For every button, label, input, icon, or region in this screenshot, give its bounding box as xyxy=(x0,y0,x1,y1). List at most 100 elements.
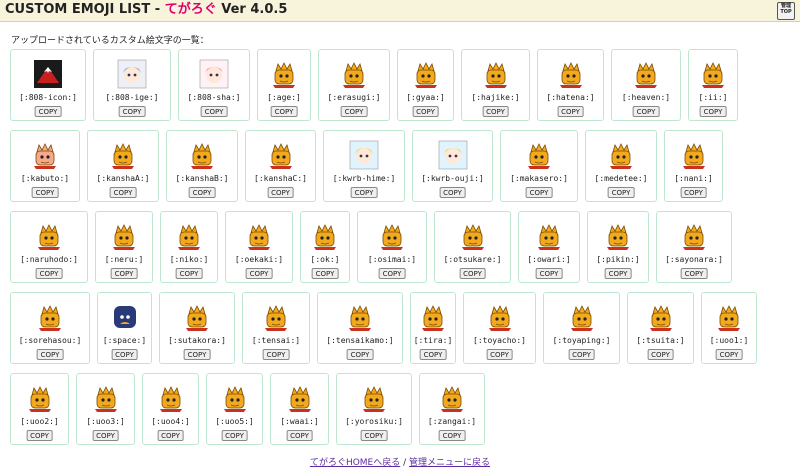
yellow-mascot-icon xyxy=(646,302,676,332)
admin-top-button[interactable]: 管理TOP xyxy=(777,2,795,20)
copy-button[interactable]: COPY xyxy=(486,349,513,360)
emoji-card: [:kwrb-hime:] COPY xyxy=(323,130,405,202)
copy-button[interactable]: COPY xyxy=(286,430,313,441)
emoji-card: [:kanshaC:] COPY xyxy=(245,130,316,202)
emoji-code: [:toyacho:] xyxy=(473,336,526,345)
copy-button[interactable]: COPY xyxy=(568,349,595,360)
copy-button[interactable]: COPY xyxy=(680,268,708,279)
page-title: CUSTOM EMOJI LIST - てがろぐ Ver 4.0.5 xyxy=(5,2,287,18)
emoji-card: [:age:] COPY xyxy=(257,49,311,121)
yellow-mascot-icon xyxy=(679,140,709,170)
copy-button[interactable]: COPY xyxy=(92,430,119,441)
emoji-code: [:waai:] xyxy=(280,417,319,426)
copy-button[interactable]: COPY xyxy=(26,430,53,441)
emoji-code: [:808-ige:] xyxy=(105,93,159,102)
emoji-code: [:naruhodo:] xyxy=(20,255,78,264)
copy-button[interactable]: COPY xyxy=(647,349,674,360)
emoji-code: [:sayonara:] xyxy=(665,255,723,264)
copy-button[interactable]: COPY xyxy=(270,106,298,117)
copy-button[interactable]: COPY xyxy=(360,430,388,441)
copy-button[interactable]: COPY xyxy=(439,187,466,198)
copy-button[interactable]: COPY xyxy=(699,106,727,117)
copy-button[interactable]: COPY xyxy=(604,268,632,279)
copy-button[interactable]: COPY xyxy=(525,187,553,198)
home-link[interactable]: てがろぐHOMEへ戻る xyxy=(310,458,400,468)
version-text: Ver 4.0.5 xyxy=(221,2,288,17)
copy-button[interactable]: COPY xyxy=(311,268,339,279)
copy-button[interactable]: COPY xyxy=(340,106,368,117)
yellow-mascot-icon xyxy=(34,221,64,251)
copy-button[interactable]: COPY xyxy=(110,268,138,279)
copy-button[interactable]: COPY xyxy=(109,187,137,198)
copy-button[interactable]: COPY xyxy=(350,187,378,198)
copy-button[interactable]: COPY xyxy=(346,349,374,360)
copy-button[interactable]: COPY xyxy=(200,106,228,117)
admin-menu-link[interactable]: 管理メニューに戻る xyxy=(409,458,490,468)
copy-button[interactable]: COPY xyxy=(245,268,273,279)
emoji-card: [:gyaa:] COPY xyxy=(397,49,454,121)
copy-button[interactable]: COPY xyxy=(188,187,216,198)
copy-button[interactable]: COPY xyxy=(557,106,584,117)
yellow-mascot-icon xyxy=(359,383,389,413)
emoji-card: [:owari:] COPY xyxy=(518,211,580,283)
copy-button[interactable]: COPY xyxy=(632,106,660,117)
prince-avatar-icon xyxy=(438,140,468,170)
emoji-card: [:heaven:] COPY xyxy=(611,49,681,121)
emoji-card: [:oekaki:] COPY xyxy=(225,211,293,283)
copy-button[interactable]: COPY xyxy=(118,106,146,117)
yellow-mascot-icon xyxy=(156,383,186,413)
copy-button[interactable]: COPY xyxy=(419,349,447,360)
copy-button[interactable]: COPY xyxy=(535,268,563,279)
copy-button[interactable]: COPY xyxy=(175,268,203,279)
copy-button[interactable]: COPY xyxy=(157,430,184,441)
emoji-row: [:sorehasou:] COPY [:space:] COPY [:sutakora… xyxy=(7,292,795,364)
copy-button[interactable]: COPY xyxy=(183,349,211,360)
emoji-card: [:naruhodo:] COPY xyxy=(10,211,88,283)
emoji-code: [:tensai:] xyxy=(251,336,301,345)
copy-button[interactable]: COPY xyxy=(111,349,138,360)
copy-button[interactable]: COPY xyxy=(607,187,635,198)
copy-button[interactable]: COPY xyxy=(35,268,63,279)
yellow-mascot-icon xyxy=(285,383,315,413)
copy-button[interactable]: COPY xyxy=(459,268,486,279)
yellow-mascot-icon xyxy=(244,221,274,251)
emoji-card: [:tensai:] COPY xyxy=(242,292,310,364)
copy-button[interactable]: COPY xyxy=(438,430,466,441)
princess-avatar-icon xyxy=(349,140,379,170)
emoji-card: [:otsukare:] COPY xyxy=(434,211,511,283)
emoji-code: [:zangai:] xyxy=(427,417,477,426)
copy-button[interactable]: COPY xyxy=(378,268,406,279)
emoji-code: [:kanshaC:] xyxy=(254,174,307,183)
copy-button[interactable]: COPY xyxy=(262,349,290,360)
emoji-card: [:uoo3:] COPY xyxy=(76,373,135,445)
yellow-mascot-icon xyxy=(310,221,340,251)
emoji-card: [:zangai:] COPY xyxy=(419,373,485,445)
yellow-mascot-icon xyxy=(534,221,564,251)
copy-button[interactable]: COPY xyxy=(680,187,707,198)
emoji-code: [:age:] xyxy=(267,93,301,102)
copy-button[interactable]: COPY xyxy=(31,187,59,198)
yellow-mascot-icon xyxy=(714,302,744,332)
emoji-card: [:toyaping:] COPY xyxy=(543,292,620,364)
yellow-mascot-icon xyxy=(35,302,65,332)
copy-button[interactable]: COPY xyxy=(715,349,743,360)
copy-button[interactable]: COPY xyxy=(34,106,62,117)
copy-button[interactable]: COPY xyxy=(36,349,64,360)
copy-button[interactable]: COPY xyxy=(482,106,509,117)
footer-separator: / xyxy=(403,458,407,468)
emoji-code: [:gyaa:] xyxy=(406,93,445,102)
copy-button[interactable]: COPY xyxy=(412,106,439,117)
emoji-card: [:toyacho:] COPY xyxy=(463,292,536,364)
emoji-card: [:uoo5:] COPY xyxy=(206,373,263,445)
yellow-mascot-icon xyxy=(411,59,441,89)
emoji-row: [:kabuto:] COPY [:kanshaA:] COPY [:kanshaB:]… xyxy=(7,130,795,202)
emoji-card: [:uoo4:] COPY xyxy=(142,373,199,445)
pink-girl-avatar-icon xyxy=(199,59,229,89)
emoji-card: [:kanshaA:] COPY xyxy=(87,130,159,202)
copy-button[interactable]: COPY xyxy=(267,187,294,198)
yellow-mascot-icon xyxy=(174,221,204,251)
copy-button[interactable]: COPY xyxy=(221,430,248,441)
emoji-code: [:pikin:] xyxy=(596,255,640,264)
emoji-card: [:makasero:] COPY xyxy=(500,130,578,202)
emoji-card: [:tira:] COPY xyxy=(410,292,456,364)
